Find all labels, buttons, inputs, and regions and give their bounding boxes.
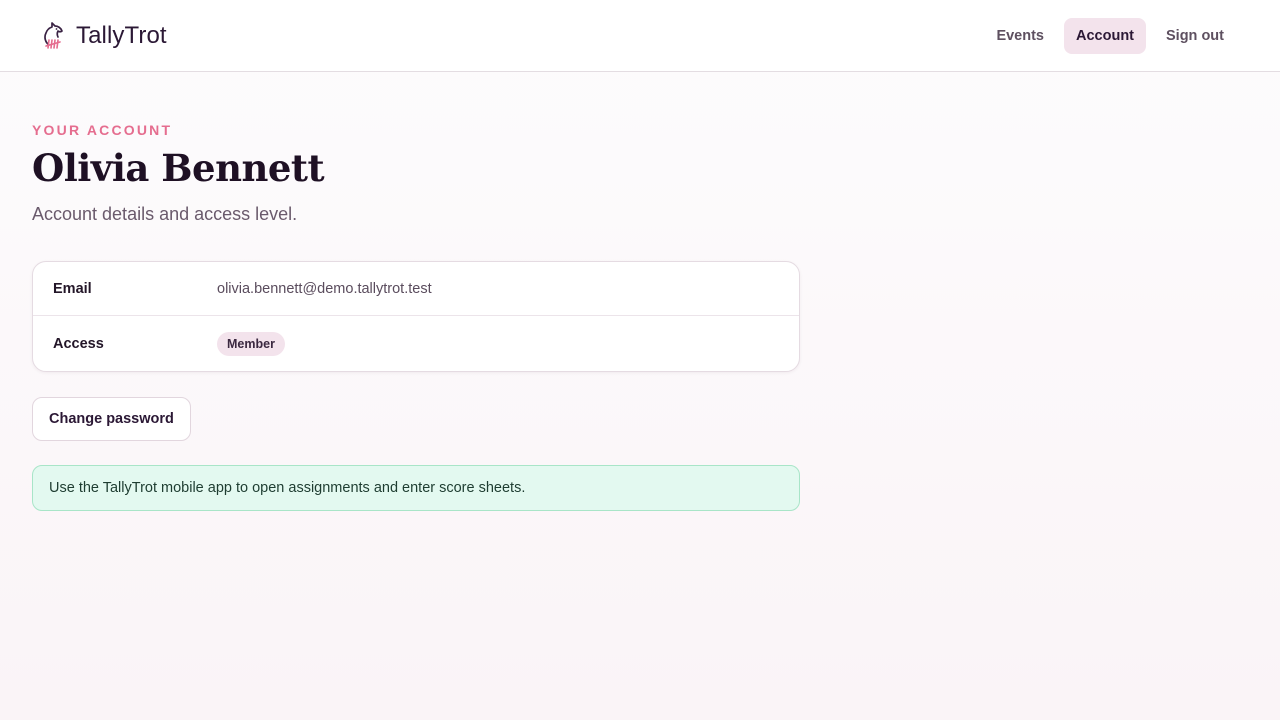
mobile-app-notice: Use the TallyTrot mobile app to open ass… <box>32 465 800 511</box>
access-level-badge: Member <box>217 331 285 356</box>
access-row: Access Member <box>33 315 799 371</box>
nav-events-link[interactable]: Events <box>984 18 1056 54</box>
nav-account-link[interactable]: Account <box>1064 17 1146 54</box>
change-password-button[interactable]: Change password <box>32 397 191 441</box>
email-label: Email <box>53 280 92 297</box>
email-value: olivia.bennett@demo.tallytrot.test <box>217 280 432 297</box>
page-subtitle: Account details and access level. <box>32 204 298 224</box>
nav-sign-out-link[interactable]: Sign out <box>1154 18 1236 54</box>
main-nav: Events Account Sign out <box>984 17 1236 54</box>
horse-head-tally-icon <box>44 21 63 49</box>
top-navigation-bar: TallyTrot Events Account Sign out <box>0 0 1280 72</box>
email-row: Email olivia.bennett@demo.tallytrot.test <box>33 262 799 315</box>
account-page: YOUR ACCOUNT Olivia Bennett Account deta… <box>32 122 800 511</box>
access-label: Access <box>53 335 104 352</box>
brand-home-link[interactable]: TallyTrot <box>40 21 167 51</box>
page-eyebrow: YOUR ACCOUNT <box>32 122 173 138</box>
page-title: Olivia Bennett <box>32 146 325 190</box>
account-details-card: Email olivia.bennett@demo.tallytrot.test… <box>32 261 800 372</box>
brand-name: TallyTrot <box>76 21 167 49</box>
